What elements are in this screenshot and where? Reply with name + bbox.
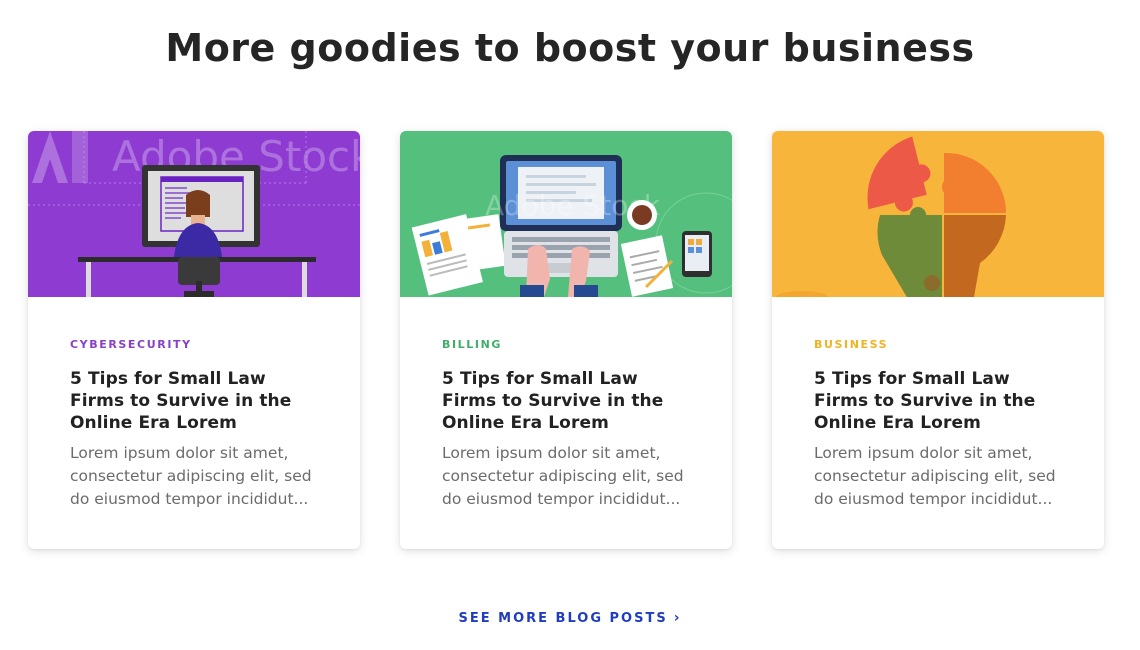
card-category[interactable]: BUSINESS — [814, 339, 1062, 351]
card-image-billing[interactable]: Adobe Stock — [400, 131, 732, 297]
card-image-cybersecurity[interactable]: Adobe Stock — [28, 131, 360, 297]
card-body: BILLING 5 Tips for Small Law Firms to Su… — [400, 297, 732, 511]
card-category[interactable]: BILLING — [442, 339, 690, 351]
puzzle-lightbulb-illustration — [772, 131, 1104, 297]
blog-card-cybersecurity[interactable]: Adobe Stock CYBERSECURITY 5 Tips for Sma… — [28, 131, 360, 549]
see-more-blog-posts-link[interactable]: SEE MORE BLOG POSTS › — [459, 610, 682, 626]
card-body: CYBERSECURITY 5 Tips for Small Law Firms… — [28, 297, 360, 511]
blog-cards: Adobe Stock CYBERSECURITY 5 Tips for Sma… — [28, 131, 1104, 549]
card-excerpt: Lorem ipsum dolor sit amet, consectetur … — [70, 444, 312, 508]
card-title[interactable]: 5 Tips for Small Law Firms to Survive in… — [442, 368, 690, 434]
section-title: More goodies to boost your business — [165, 26, 975, 70]
laptop-desk-illustration: Adobe Stock — [400, 131, 732, 297]
card-category[interactable]: CYBERSECURITY — [70, 339, 318, 351]
blog-card-business[interactable]: BUSINESS 5 Tips for Small Law Firms to S… — [772, 131, 1104, 549]
chevron-right-icon[interactable]: › — [674, 610, 682, 626]
card-title[interactable]: 5 Tips for Small Law Firms to Survive in… — [70, 368, 318, 434]
card-excerpt: Lorem ipsum dolor sit amet, consectetur … — [814, 444, 1056, 508]
card-body: BUSINESS 5 Tips for Small Law Firms to S… — [772, 297, 1104, 511]
blog-card-billing[interactable]: Adobe Stock BILLING 5 Tips for Small Law… — [400, 131, 732, 549]
card-excerpt: Lorem ipsum dolor sit amet, consectetur … — [442, 444, 684, 508]
card-image-business[interactable] — [772, 131, 1104, 297]
person-at-computer-illustration: Adobe Stock — [28, 131, 360, 297]
see-more-container: SEE MORE BLOG POSTS › — [0, 609, 1140, 627]
see-more-label[interactable]: SEE MORE BLOG POSTS — [459, 611, 668, 626]
card-title[interactable]: 5 Tips for Small Law Firms to Survive in… — [814, 368, 1062, 434]
